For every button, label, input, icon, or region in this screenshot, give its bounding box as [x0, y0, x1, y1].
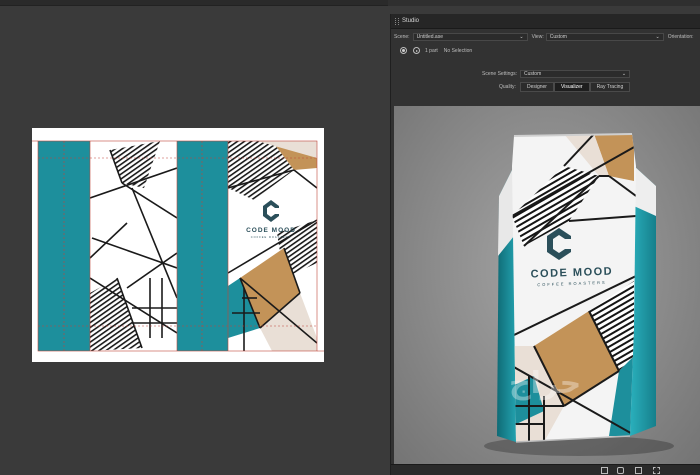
grid-icon[interactable] [601, 467, 608, 474]
chevron-down-icon: ⌄ [655, 34, 660, 40]
watermark-logo: حراج [509, 366, 582, 401]
scene-settings-label: Scene Settings: [482, 71, 518, 77]
view-dropdown[interactable]: Custom ⌄ [545, 33, 664, 41]
scene-label: Scene: [394, 34, 410, 40]
quality-row: Quality: Designer Visualizer Ray Tracing [499, 82, 631, 92]
gusset-right [177, 141, 228, 351]
brand-name: CODE MOOD [246, 227, 296, 234]
scene-value: Untitled.ase [416, 34, 443, 40]
panel-header-strip [388, 0, 700, 6]
studio-panel: Studio Scene: Untitled.ase ⌄ View: Custo… [390, 14, 700, 475]
studio-title: Studio [402, 18, 420, 24]
scene-dropdown[interactable]: Untitled.ase ⌄ [412, 33, 528, 41]
quality-tabs: Designer Visualizer Ray Tracing [519, 82, 631, 92]
scene-settings-dropdown[interactable]: Custom ⌄ [520, 70, 631, 78]
brand-tagline: COFFEE ROASTERS [251, 235, 292, 239]
play-icon[interactable] [413, 47, 420, 54]
app-window: CODE MOOD COFFEE ROASTERS Studio Scene: … [0, 0, 700, 475]
orientation-label: Orientation: [667, 34, 694, 40]
chevron-down-icon: ⌄ [621, 71, 627, 77]
window-icon[interactable] [635, 467, 642, 474]
dieline-artwork: CODE MOOD COFFEE ROASTERS [32, 128, 324, 362]
view-label: View: [531, 34, 544, 40]
studio-panel-header[interactable]: Studio [391, 14, 700, 29]
render-viewport[interactable]: CODE MOOD COFFEE ROASTERS حراج [394, 106, 700, 464]
scene-settings-row: Scene Settings: Custom ⌄ [482, 70, 631, 78]
camera-icon[interactable] [617, 467, 624, 474]
tab-ray-tracing[interactable]: Ray Tracing [589, 82, 631, 92]
top-toolbar [0, 0, 700, 6]
coffee-bag-render: CODE MOOD COFFEE ROASTERS [484, 133, 674, 456]
view-value: Custom [549, 34, 567, 40]
chevron-down-icon: ⌄ [519, 34, 524, 40]
viewport-toolbar [391, 464, 700, 475]
selection-status: No Selection [443, 47, 473, 54]
fullscreen-icon[interactable] [653, 467, 660, 474]
scene-row: Scene: Untitled.ase ⌄ View: Custom ⌄ Ori… [394, 33, 694, 41]
grip-icon[interactable] [395, 17, 399, 25]
part-count: 1 part [425, 47, 438, 54]
quality-label: Quality: [499, 84, 516, 90]
scene-settings-value: Custom [524, 71, 542, 77]
playback-row: 1 part No Selection [400, 47, 472, 54]
record-icon[interactable] [400, 47, 407, 54]
tab-designer[interactable]: Designer [519, 82, 554, 92]
tab-visualizer[interactable]: Visualizer [553, 82, 590, 92]
dieline-artboard[interactable]: CODE MOOD COFFEE ROASTERS [32, 128, 324, 362]
